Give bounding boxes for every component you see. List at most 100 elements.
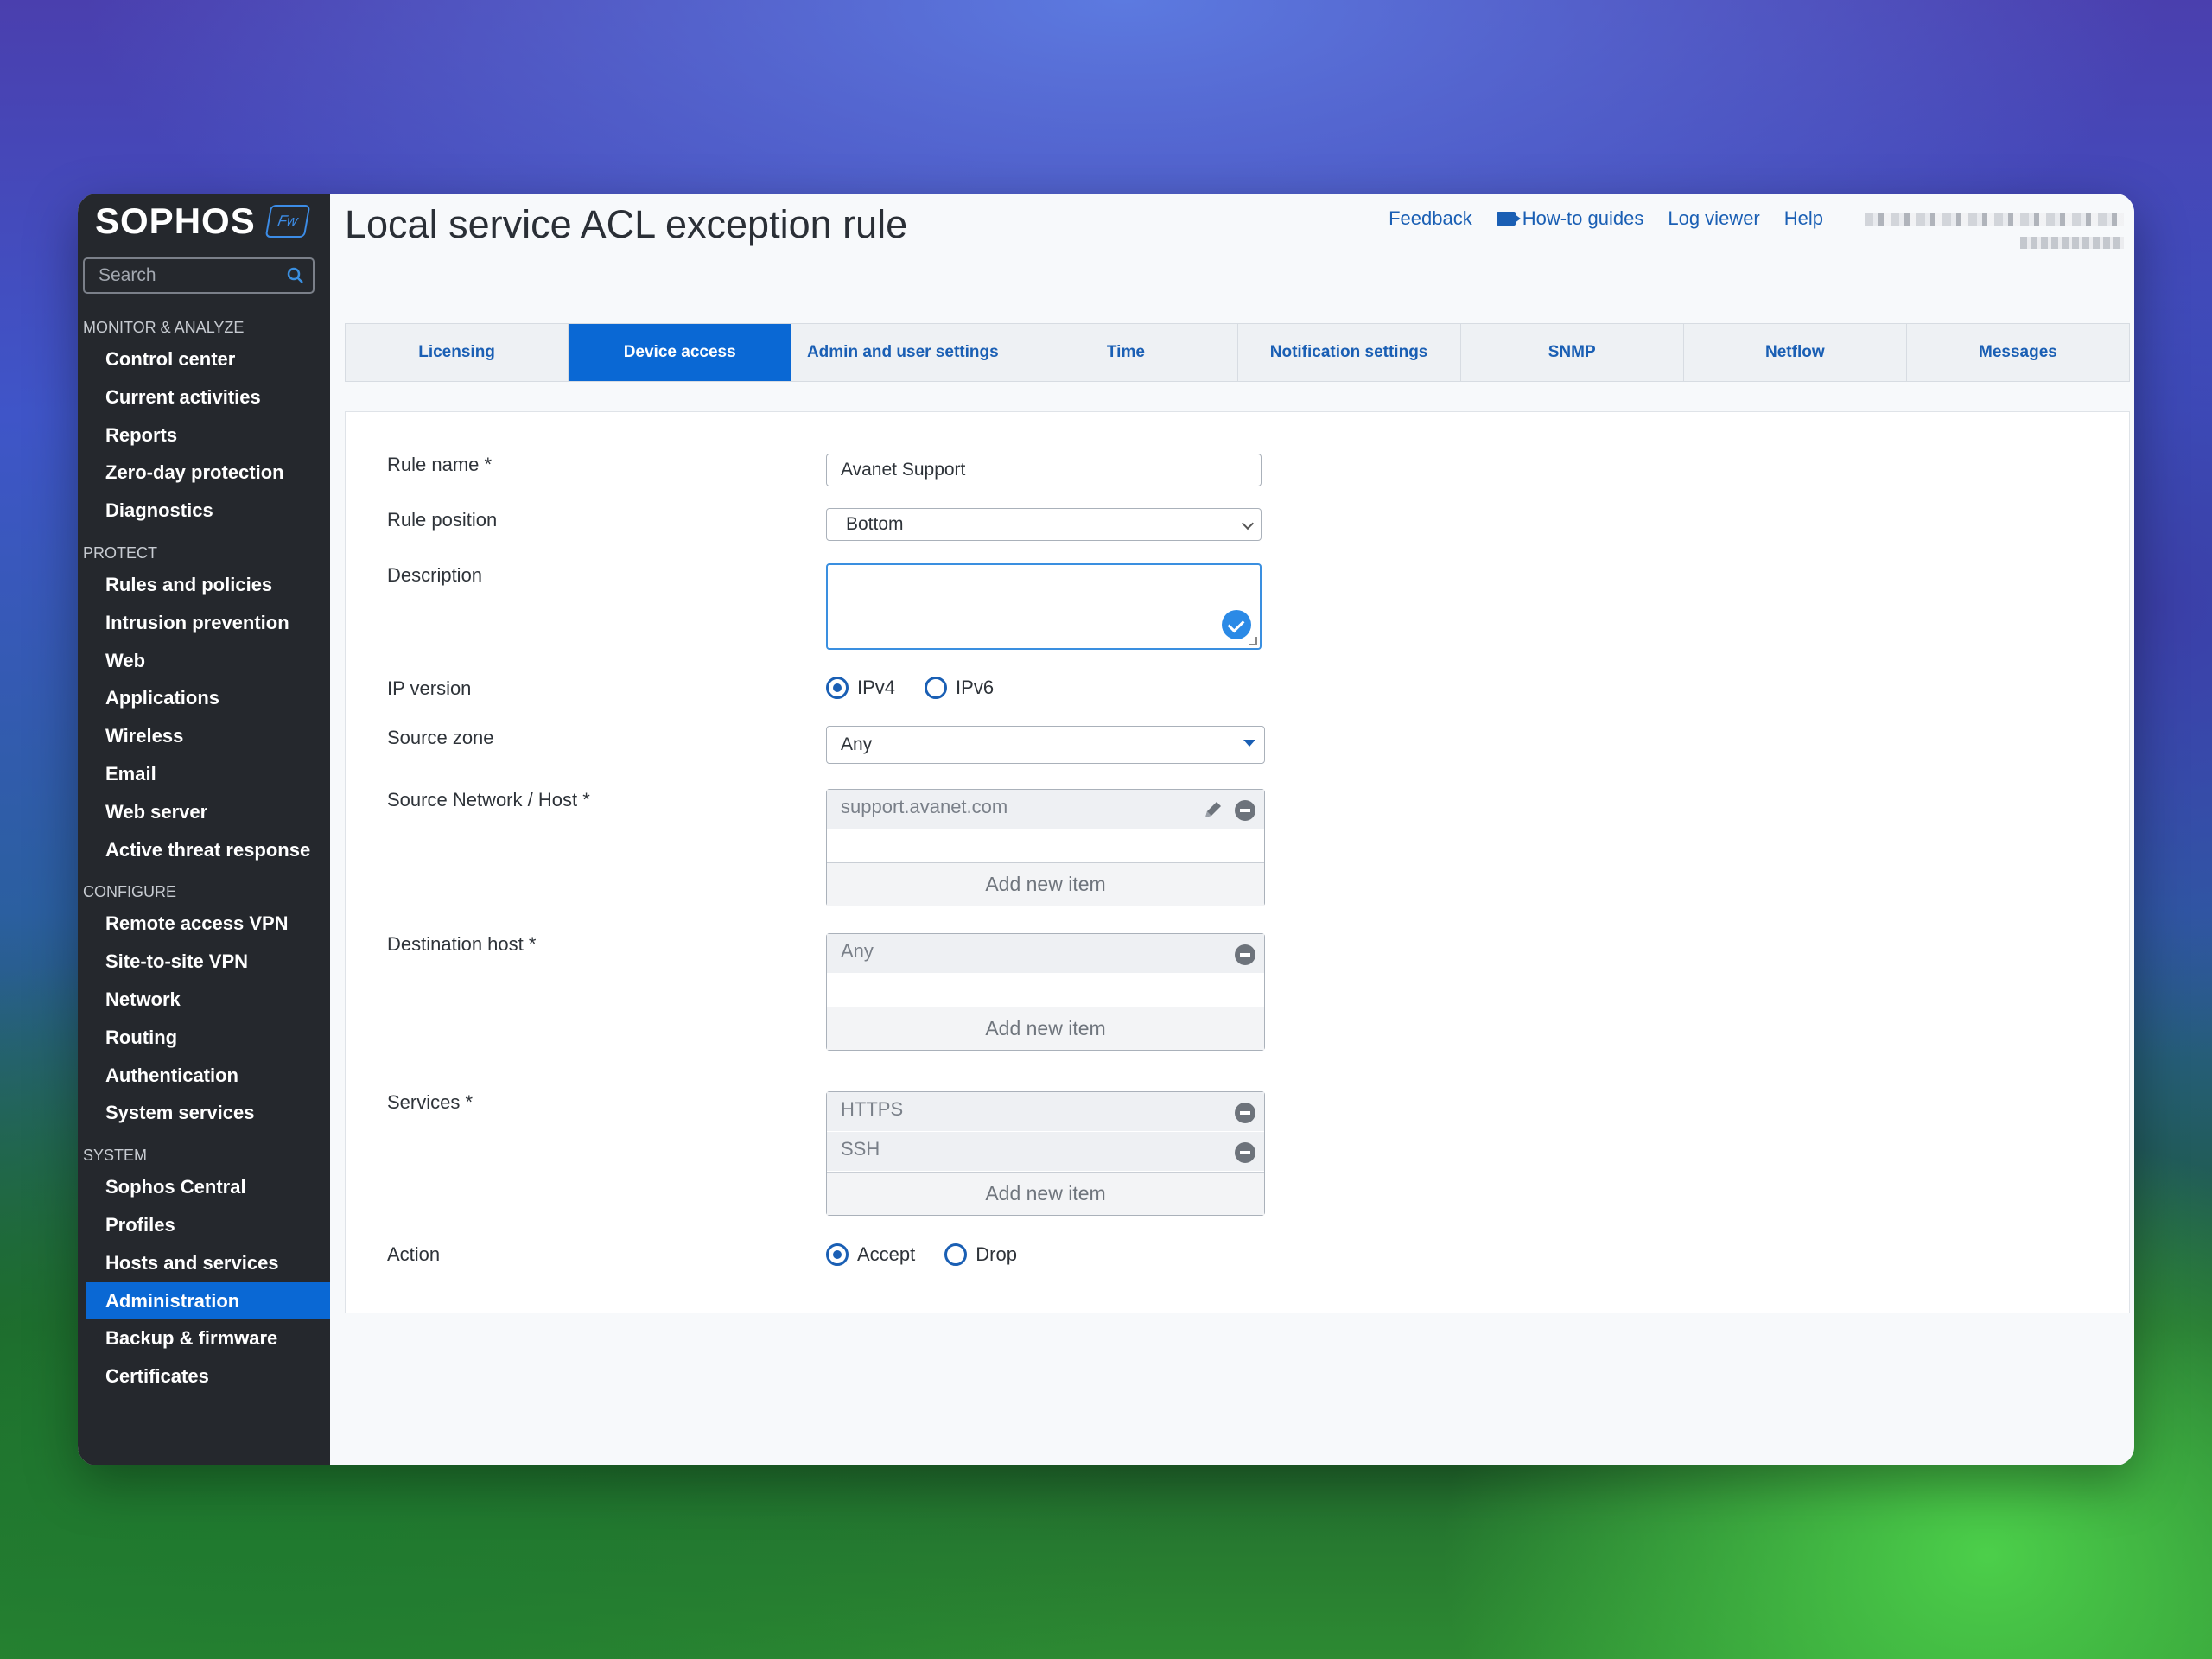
chevron-down-icon bbox=[1241, 517, 1255, 531]
sidebar-item-web[interactable]: Web bbox=[86, 642, 330, 680]
sidebar-item-diagnostics[interactable]: Diagnostics bbox=[86, 492, 330, 530]
list-spacer bbox=[827, 974, 1264, 1007]
sidebar: SOPHOS Fw Search MONITOR & ANALYZE Contr… bbox=[78, 194, 330, 1465]
tab-time[interactable]: Time bbox=[1014, 324, 1238, 381]
page-title: Local service ACL exception rule bbox=[345, 202, 908, 246]
rule-position-value: Bottom bbox=[846, 514, 904, 534]
sidebar-item-wireless[interactable]: Wireless bbox=[86, 717, 330, 755]
rule-position-label: Rule position bbox=[387, 509, 498, 531]
accept-label[interactable]: Accept bbox=[857, 1243, 915, 1266]
sidebar-item-routing[interactable]: Routing bbox=[86, 1019, 330, 1057]
sidebar-item-email[interactable]: Email bbox=[86, 755, 330, 793]
action-label: Action bbox=[387, 1243, 441, 1265]
accept-radio[interactable] bbox=[826, 1243, 849, 1266]
tab-admin-user-settings[interactable]: Admin and user settings bbox=[791, 324, 1015, 381]
sidebar-item-sophos-central[interactable]: Sophos Central bbox=[86, 1168, 330, 1206]
drop-label[interactable]: Drop bbox=[976, 1243, 1017, 1266]
sidebar-item-applications[interactable]: Applications bbox=[86, 679, 330, 717]
sidebar-item-backup[interactable]: Backup & firmware bbox=[86, 1319, 330, 1357]
ipv6-label[interactable]: IPv6 bbox=[956, 677, 994, 699]
checkmark-icon bbox=[1222, 610, 1251, 639]
sidebar-item-administration[interactable]: Administration bbox=[86, 1281, 330, 1320]
sidebar-item-system-services[interactable]: System services bbox=[86, 1094, 330, 1132]
remove-icon[interactable] bbox=[1235, 800, 1255, 821]
source-network-list: support.avanet.com Add new item bbox=[826, 789, 1265, 906]
app-window: SOPHOS Fw Search MONITOR & ANALYZE Contr… bbox=[78, 194, 2134, 1465]
search-input[interactable]: Search bbox=[83, 257, 315, 294]
tab-messages[interactable]: Messages bbox=[1907, 324, 2129, 381]
sidebar-item-threat-response[interactable]: Active threat response bbox=[86, 831, 330, 869]
services-label: Services * bbox=[387, 1091, 474, 1113]
ip-version-label: IP version bbox=[387, 677, 472, 699]
sidebar-item-site-vpn[interactable]: Site-to-site VPN bbox=[86, 943, 330, 981]
howto-link[interactable]: How-to guides bbox=[1496, 207, 1644, 230]
tab-notification-settings[interactable]: Notification settings bbox=[1238, 324, 1461, 381]
sidebar-item-authentication[interactable]: Authentication bbox=[86, 1057, 330, 1095]
description-textarea[interactable] bbox=[826, 563, 1262, 650]
sidebar-item-control-center[interactable]: Control center bbox=[86, 340, 330, 378]
services-list: HTTPS SSH Add new item bbox=[826, 1091, 1265, 1216]
add-destination-host-button[interactable]: Add new item bbox=[827, 1007, 1264, 1050]
destination-host-list: Any Add new item bbox=[826, 933, 1265, 1051]
brand-logo[interactable]: SOPHOS Fw bbox=[95, 200, 311, 242]
ipv4-radio[interactable] bbox=[826, 677, 849, 699]
source-zone-value: Any bbox=[841, 734, 873, 754]
add-service-button[interactable]: Add new item bbox=[827, 1172, 1264, 1215]
ip-version-radio-group: IPv4 IPv6 bbox=[826, 677, 1023, 699]
howto-label: How-to guides bbox=[1522, 207, 1644, 229]
device-info-redacted bbox=[2020, 237, 2124, 249]
destination-host-label: Destination host * bbox=[387, 933, 537, 955]
tab-licensing[interactable]: Licensing bbox=[346, 324, 569, 381]
remove-icon[interactable] bbox=[1235, 1103, 1255, 1123]
ipv6-radio[interactable] bbox=[925, 677, 948, 699]
tab-snmp[interactable]: SNMP bbox=[1461, 324, 1684, 381]
ipv4-label[interactable]: IPv4 bbox=[857, 677, 895, 699]
rule-name-label: Rule name * bbox=[387, 454, 493, 475]
list-item: HTTPS bbox=[827, 1092, 1264, 1132]
sidebar-item-profiles[interactable]: Profiles bbox=[86, 1206, 330, 1244]
sidebar-item-remote-vpn[interactable]: Remote access VPN bbox=[86, 905, 330, 943]
firewall-badge-icon: Fw bbox=[264, 205, 311, 238]
rule-name-input[interactable]: Avanet Support bbox=[826, 454, 1262, 486]
service-item-https: HTTPS bbox=[841, 1098, 904, 1120]
destination-host-item: Any bbox=[841, 940, 874, 962]
list-spacer bbox=[827, 830, 1264, 862]
sidebar-item-network[interactable]: Network bbox=[86, 981, 330, 1019]
sidebar-item-web-server[interactable]: Web server bbox=[86, 793, 330, 831]
source-network-label: Source Network / Host * bbox=[387, 789, 590, 810]
sidebar-item-reports[interactable]: Reports bbox=[86, 416, 330, 454]
sidebar-item-intrusion[interactable]: Intrusion prevention bbox=[86, 604, 330, 642]
section-monitor: MONITOR & ANALYZE bbox=[83, 319, 245, 336]
sidebar-item-current-activities[interactable]: Current activities bbox=[86, 378, 330, 416]
add-source-network-button[interactable]: Add new item bbox=[827, 862, 1264, 906]
source-zone-select[interactable]: Any bbox=[826, 726, 1265, 764]
sidebar-item-certificates[interactable]: Certificates bbox=[86, 1357, 330, 1395]
search-icon[interactable] bbox=[287, 267, 304, 284]
tab-device-access[interactable]: Device access bbox=[569, 324, 792, 381]
list-item: SSH bbox=[827, 1132, 1264, 1172]
list-item: support.avanet.com bbox=[827, 790, 1264, 830]
resize-handle-icon[interactable] bbox=[1249, 637, 1257, 645]
source-network-item: support.avanet.com bbox=[841, 796, 1008, 817]
form-panel: Rule name * Avanet Support Rule position… bbox=[345, 411, 2130, 1313]
remove-icon[interactable] bbox=[1235, 944, 1255, 965]
sidebar-item-rules[interactable]: Rules and policies bbox=[86, 566, 330, 604]
source-zone-label: Source zone bbox=[387, 727, 494, 748]
remove-icon[interactable] bbox=[1235, 1142, 1255, 1163]
search-placeholder: Search bbox=[99, 265, 156, 285]
sidebar-nav: MONITOR & ANALYZE Control center Current… bbox=[78, 315, 330, 1395]
pencil-icon[interactable] bbox=[1202, 798, 1224, 821]
tab-bar: Licensing Device access Admin and user s… bbox=[345, 323, 2130, 382]
tab-netflow[interactable]: Netflow bbox=[1684, 324, 1907, 381]
sidebar-item-hosts-services[interactable]: Hosts and services bbox=[86, 1244, 330, 1282]
user-info-redacted[interactable] bbox=[1865, 213, 2124, 226]
rule-position-select[interactable]: Bottom bbox=[826, 508, 1262, 541]
sidebar-item-zero-day[interactable]: Zero-day protection bbox=[86, 454, 330, 492]
feedback-link[interactable]: Feedback bbox=[1389, 207, 1472, 230]
help-link[interactable]: Help bbox=[1784, 207, 1823, 230]
drop-radio[interactable] bbox=[944, 1243, 968, 1266]
action-radio-group: Accept Drop bbox=[826, 1243, 1046, 1266]
log-viewer-link[interactable]: Log viewer bbox=[1668, 207, 1759, 230]
brand-text: SOPHOS bbox=[95, 200, 256, 241]
caret-down-icon bbox=[1243, 740, 1255, 747]
